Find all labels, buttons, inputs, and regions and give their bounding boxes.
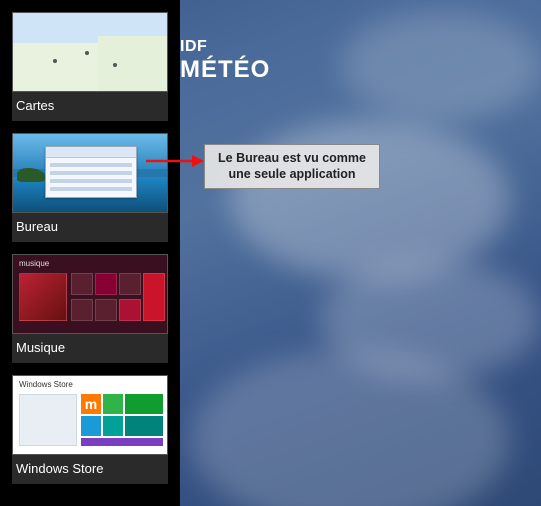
weather-header: IDF MÉTÉO bbox=[180, 38, 270, 84]
annotation-callout: Le Bureau est vu comme une seule applica… bbox=[204, 144, 380, 189]
tile-label: Musique bbox=[12, 334, 168, 363]
cloud-decoration bbox=[340, 10, 540, 120]
weather-location: IDF bbox=[180, 38, 270, 56]
thumbnail-music: musique bbox=[12, 254, 168, 334]
switcher-tile-cartes[interactable]: Cartes bbox=[12, 12, 168, 121]
annotation-text: Le Bureau est vu comme une seule applica… bbox=[218, 151, 366, 181]
screen: IDF MÉTÉO Cartes Bureau musique bbox=[0, 0, 541, 506]
thumbnail-desktop bbox=[12, 133, 168, 213]
switcher-tile-bureau[interactable]: Bureau bbox=[12, 133, 168, 242]
tile-label: Bureau bbox=[12, 213, 168, 242]
tile-label: Windows Store bbox=[12, 455, 168, 484]
switcher-tile-musique[interactable]: musique Musique bbox=[12, 254, 168, 363]
app-switcher-bar: Cartes Bureau musique Musique Windows St… bbox=[0, 0, 180, 506]
tile-label: Cartes bbox=[12, 92, 168, 121]
thumbnail-maps bbox=[12, 12, 168, 92]
weather-title: MÉTÉO bbox=[180, 56, 270, 84]
switcher-tile-store[interactable]: Windows Store m Windows Store bbox=[12, 375, 168, 484]
thumbnail-store: Windows Store m bbox=[12, 375, 168, 455]
